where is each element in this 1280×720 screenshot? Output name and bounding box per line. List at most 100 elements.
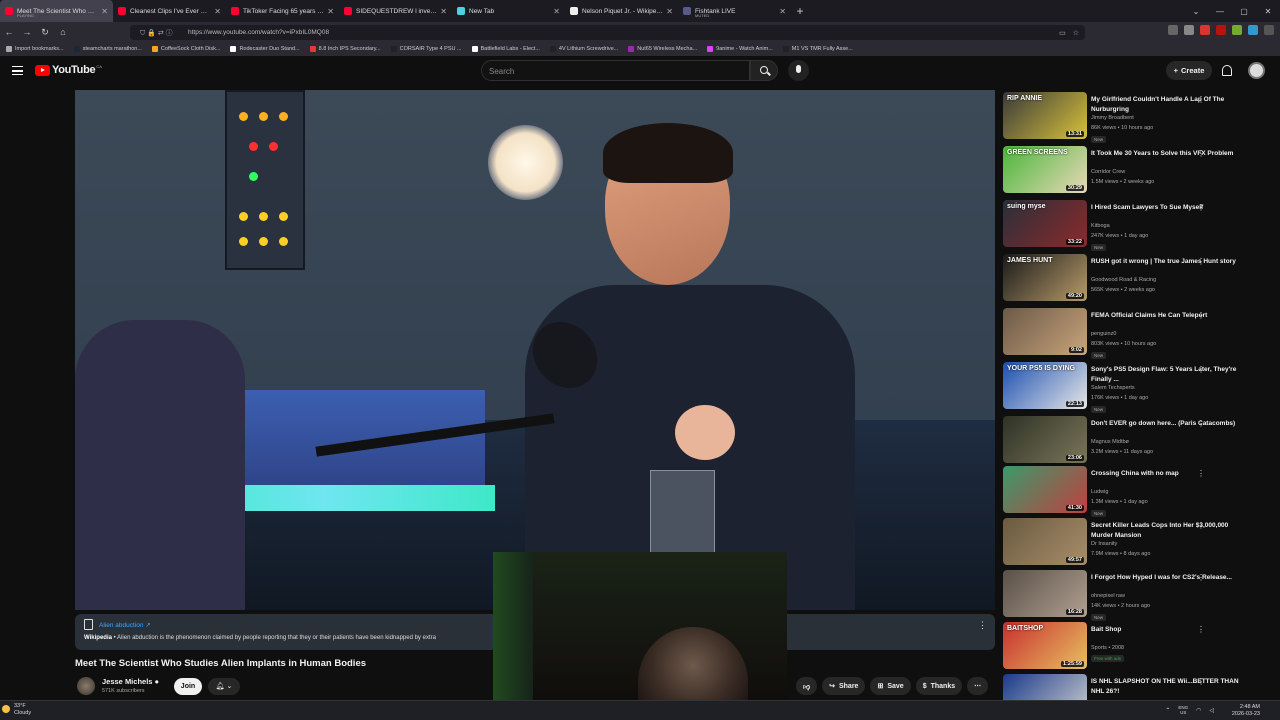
back-icon[interactable]: ← xyxy=(0,27,18,37)
browser-tab[interactable]: New Tab ✕ xyxy=(452,0,565,22)
recommended-channel[interactable]: Dr Insanity xyxy=(1091,541,1117,547)
search-button[interactable] xyxy=(750,60,778,81)
recommended-channel[interactable]: Goodwood Road & Racing xyxy=(1091,277,1156,283)
more-options-icon[interactable]: ⋮ xyxy=(1197,573,1205,582)
extension-ublock-icon[interactable] xyxy=(1216,25,1226,35)
bookmark-item[interactable]: Import bookmarks... xyxy=(6,46,64,52)
join-button[interactable]: Join xyxy=(174,678,202,695)
video-thumbnail[interactable]: 49:57 xyxy=(1003,518,1087,565)
clock[interactable]: 2:48 AM 2026-03-23 xyxy=(1232,704,1260,718)
bookmark-item[interactable]: 8.8 Inch IPS Secondary... xyxy=(309,46,381,52)
youtube-logo[interactable]: YouTube CA xyxy=(35,64,102,76)
maximize-icon[interactable]: ▢ xyxy=(1232,7,1256,16)
account-avatar[interactable] xyxy=(1248,62,1265,79)
tab-close-icon[interactable]: ✕ xyxy=(779,7,786,16)
more-options-icon[interactable]: ⋮ xyxy=(1197,311,1205,320)
recommended-title[interactable]: Don't EVER go down here... (Paris Cataco… xyxy=(1091,419,1241,429)
recommended-video[interactable]: suing myse 33:22 I Hired Scam Lawyers To S… xyxy=(1003,200,1275,252)
weather-widget[interactable]: 33°F Cloudy xyxy=(2,703,31,717)
more-options-icon[interactable]: ⋮ xyxy=(1197,625,1205,634)
search-input[interactable]: Search xyxy=(481,60,750,81)
extension-purple-icon[interactable] xyxy=(1232,25,1242,35)
channel-name[interactable]: Jesse Michels ● xyxy=(102,677,159,686)
recommended-video[interactable]: JAMES HUNT 49:20 RUSH got it wrong | The t… xyxy=(1003,254,1275,306)
bookmark-item[interactable]: 9anime - Watch Anim... xyxy=(707,46,773,52)
video-thumbnail[interactable]: GREEN SCREENS 30:29 xyxy=(1003,146,1087,193)
recommended-title[interactable]: Bait Shop xyxy=(1091,625,1241,635)
bookmark-item[interactable]: CORSAIR Type 4 PSU ... xyxy=(390,46,462,52)
browser-tab[interactable]: SIDEQUESTDREW l investigate✕ xyxy=(339,0,452,22)
recommended-video[interactable]: 41:30 Crossing China with no map Ludwig 1.3… xyxy=(1003,466,1275,518)
more-options-icon[interactable]: ⋮ xyxy=(1197,203,1205,212)
recommended-video[interactable]: RIP ANNIE 13:31 My Girlfriend Couldn't Han… xyxy=(1003,92,1275,144)
voice-search-icon[interactable] xyxy=(788,60,809,81)
recommended-channel[interactable]: Corridor Crew xyxy=(1091,169,1125,175)
bookmark-item[interactable]: Battlefield Labs - Elect... xyxy=(471,46,540,52)
tab-list-icon[interactable]: ⌄ xyxy=(1184,7,1208,16)
bookmark-item[interactable]: 4V Lithium Screwdrive... xyxy=(549,46,618,52)
recommended-title[interactable]: RUSH got it wrong | The true James Hunt … xyxy=(1091,257,1241,267)
bookmark-item[interactable]: Rodecaster Duo Stand... xyxy=(230,46,300,52)
video-thumbnail[interactable]: YOUR PS5 IS DYING 22:13 xyxy=(1003,362,1087,409)
recommended-channel[interactable]: penguinz0 xyxy=(1091,331,1116,337)
recommended-title[interactable]: Crossing China with no map xyxy=(1091,469,1241,479)
recommended-title[interactable]: FEMA Official Claims He Can Teleport xyxy=(1091,311,1241,321)
recommended-title[interactable]: It Took Me 30 Years to Solve this VFX Pr… xyxy=(1091,149,1241,159)
recommended-video[interactable]: 23:06 Don't EVER go down here... (Paris C… xyxy=(1003,416,1275,468)
recommended-video[interactable]: 9:02 FEMA Official Claims He Can Teleport… xyxy=(1003,308,1275,360)
video-thumbnail[interactable]: 16:28 xyxy=(1003,570,1087,617)
reload-icon[interactable]: ↻ xyxy=(36,27,54,38)
more-options-icon[interactable]: ⋮ xyxy=(1197,149,1205,158)
recommended-channel[interactable]: Salem Techsperts xyxy=(1091,385,1135,391)
more-options-icon[interactable]: ⋮ xyxy=(1197,469,1205,478)
subscription-bell-button[interactable]: 🔔︎ ⌄ xyxy=(208,678,240,695)
hamburger-menu-icon[interactable] xyxy=(12,66,23,75)
recommended-channel[interactable]: Sports • 2008 xyxy=(1091,645,1124,651)
recommended-title[interactable]: IS NHL SLAPSHOT ON THE Wii...BETTER THAN… xyxy=(1091,677,1241,696)
video-thumbnail[interactable]: BAITSHOP 1:25:59 xyxy=(1003,622,1087,669)
site-info-icons[interactable]: ⛉ 🔒 ⇄ ⓘ xyxy=(140,28,173,38)
more-options-icon[interactable]: ⋮ xyxy=(1197,95,1205,104)
more-options-icon[interactable]: ⋮ xyxy=(1197,365,1205,374)
bookmark-item[interactable]: Nut65 Wireless Mecha... xyxy=(628,46,697,52)
browser-tab[interactable]: Meet The Scientist Who Studie PLAYING ✕ xyxy=(0,0,113,22)
browser-tab[interactable]: Nelson Piquet Jr. - Wikipedia ✕ xyxy=(565,0,678,22)
more-options-icon[interactable]: ⋮ xyxy=(1197,257,1205,266)
tab-close-icon[interactable]: ✕ xyxy=(666,7,673,16)
language-indicator[interactable]: ENG US xyxy=(1178,705,1188,715)
bookmark-item[interactable]: M1 VS TMR Fully Asse... xyxy=(782,46,853,52)
recommended-video[interactable]: 49:57 Secret Killer Leads Cops Into Her $… xyxy=(1003,518,1275,570)
recommended-video[interactable]: 16:28 I Forgot How Hyped I was for CS2's … xyxy=(1003,570,1275,622)
address-bar[interactable]: ⛉ 🔒 ⇄ ⓘ https://www.youtube.com/watch?v=… xyxy=(130,25,1085,40)
browser-tab[interactable]: Cleanest Clips I've Ever Hit... (Ji✕ xyxy=(113,0,226,22)
recommended-title[interactable]: I Hired Scam Lawyers To Sue Myself xyxy=(1091,203,1241,213)
dislike-button[interactable]: 👎︎ xyxy=(796,677,818,695)
bookmark-item[interactable]: CoffeeSock Cloth Disk... xyxy=(151,46,220,52)
more-options-icon[interactable]: ⋮ xyxy=(1197,677,1205,686)
menu-icon[interactable] xyxy=(1264,25,1274,35)
create-button[interactable]: + Create xyxy=(1166,61,1212,80)
volume-icon[interactable]: ◁ xyxy=(1209,707,1214,714)
tab-close-icon[interactable]: ✕ xyxy=(327,7,334,16)
chevron-up-icon[interactable]: ⌃ xyxy=(1165,707,1170,714)
more-options-icon[interactable]: ⋮ xyxy=(1197,521,1205,530)
close-window-icon[interactable]: ✕ xyxy=(1256,7,1280,16)
thanks-button[interactable]: $ Thanks xyxy=(915,677,963,695)
recommended-channel[interactable]: Kitboga xyxy=(1091,223,1110,229)
minimize-icon[interactable]: — xyxy=(1208,7,1232,16)
notifications-bell-icon[interactable] xyxy=(1222,65,1232,76)
video-player[interactable] xyxy=(75,90,995,610)
browser-tab[interactable]: Fishtank LIVE MUTED ✕ xyxy=(678,0,791,22)
reader-view-icon[interactable]: ▭ xyxy=(1059,29,1066,37)
video-thumbnail[interactable]: suing myse 33:22 xyxy=(1003,200,1087,247)
video-thumbnail[interactable]: 9:02 xyxy=(1003,308,1087,355)
info-more-icon[interactable]: ⋮ xyxy=(978,620,987,631)
extension-red-icon[interactable] xyxy=(1200,25,1210,35)
recommended-channel[interactable]: Jimmy Broadbent xyxy=(1091,115,1134,121)
recommended-title[interactable]: Sony's PS5 Design Flaw: 5 Years Later, T… xyxy=(1091,365,1241,384)
extension-blue-icon[interactable] xyxy=(1248,25,1258,35)
bookmark-item[interactable]: steamcharts marathon... xyxy=(73,46,142,52)
recommended-title[interactable]: Secret Killer Leads Cops Into Her $3,000… xyxy=(1091,521,1241,540)
recommended-video[interactable]: GREEN SCREENS 30:29 It Took Me 30 Years to… xyxy=(1003,146,1275,198)
more-options-icon[interactable]: ⋮ xyxy=(1197,419,1205,428)
